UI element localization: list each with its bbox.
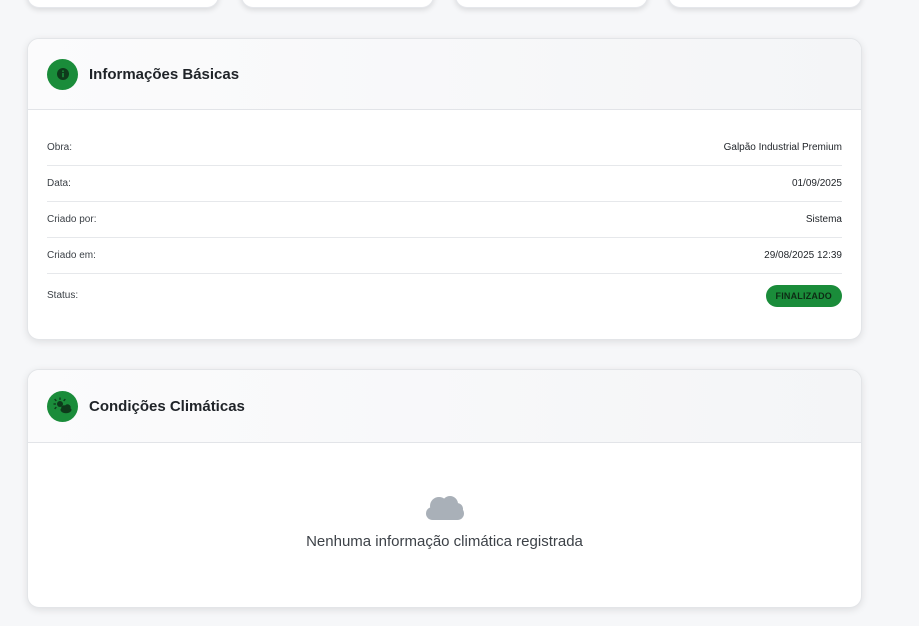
stat-card <box>455 0 648 8</box>
basic-info-card: Informações Básicas Obra: Galpão Industr… <box>27 38 862 340</box>
climate-card: Condições Climáticas Nenhuma informação … <box>27 369 862 608</box>
stat-card <box>241 0 434 8</box>
stat-card <box>27 0 219 8</box>
sun-cloud-icon <box>47 390 78 422</box>
info-label: Status: <box>47 290 79 301</box>
info-row-obra: Obra: Galpão Industrial Premium <box>47 130 842 166</box>
cloud-icon <box>425 496 464 520</box>
climate-header: Condições Climáticas <box>28 370 861 443</box>
info-row-data: Data: 01/09/2025 <box>47 166 842 202</box>
card-title: Condições Climáticas <box>89 397 245 415</box>
info-label: Obra: <box>47 142 73 153</box>
empty-message: Nenhuma informação climática registrada <box>306 533 583 550</box>
status-badge: FINALIZADO <box>765 284 842 307</box>
info-icon <box>47 58 78 90</box>
stat-card <box>668 0 862 8</box>
info-value: Sistema <box>805 214 842 225</box>
info-label: Criado em: <box>47 250 96 261</box>
info-list: Obra: Galpão Industrial Premium Data: 01… <box>28 110 861 317</box>
info-value: 01/09/2025 <box>791 178 842 189</box>
info-label: Data: <box>47 178 71 189</box>
card-title: Informações Básicas <box>89 65 240 83</box>
info-row-criado-em: Criado em: 29/08/2025 12:39 <box>47 238 842 274</box>
info-label: Criado por: <box>47 214 97 225</box>
empty-state: Nenhuma informação climática registrada <box>28 443 861 550</box>
info-value: 29/08/2025 12:39 <box>764 250 842 261</box>
info-value: Galpão Industrial Premium <box>723 142 842 153</box>
info-row-status: Status: FINALIZADO <box>47 274 842 317</box>
basic-info-header: Informações Básicas <box>28 39 861 110</box>
info-row-criado-por: Criado por: Sistema <box>47 202 842 238</box>
